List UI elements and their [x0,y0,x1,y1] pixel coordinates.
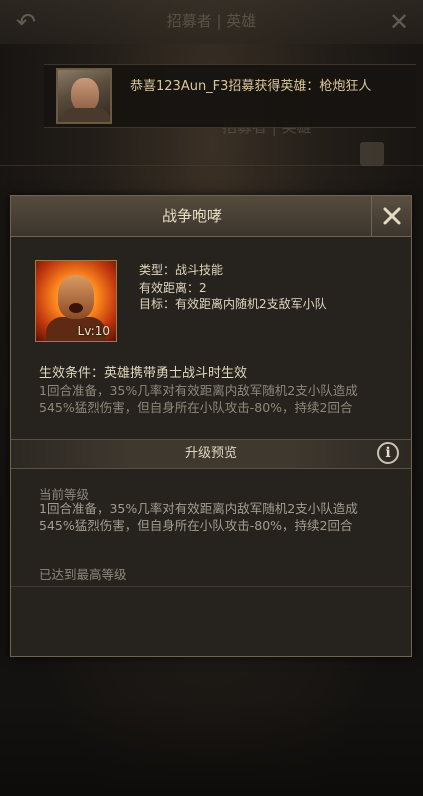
close-button[interactable] [371,196,411,236]
recruit-notification-text: 恭喜123Aun_F3招募获得英雄：枪炮狂人 [130,79,372,94]
recruit-notification-banner: 恭喜123Aun_F3招募获得英雄：枪炮狂人 [44,64,416,128]
current-level-description: 1回合准备，35%几率对有效距离内敌军随机2支小队造成545%猛烈伤害，但自身所… [39,501,358,533]
upgrade-preview-header: 升级预览 [11,439,411,469]
dialog-header: 战争咆哮 [11,196,411,237]
skill-portrait-icon: Lv:10 [35,260,117,342]
hero-avatar [56,68,112,124]
skill-target: 目标：有效距离内随机2支敌军小队 [139,297,327,311]
background-window-title: 招募者 | 英雄 [166,12,257,30]
background-action-icon [360,142,384,166]
skill-level-label: Lv:10 [77,324,110,338]
background-divider [0,165,423,166]
info-icon[interactable]: i [377,442,399,464]
skill-condition: 生效条件：英雄携带勇士战斗时生效 [39,366,248,381]
skill-type: 类型：战斗技能 [139,263,224,277]
skill-description: 1回合准备，35%几率对有效距离内敌军随机2支小队造成545%猛烈伤害，但自身所… [39,383,358,415]
max-level-text: 已达到最高等级 [39,567,127,582]
skill-detail-dialog: 战争咆哮 Lv:10 类型：战斗技能 有效距离：2 目标：有效距离内随机2支敌军… [10,195,412,657]
skill-range: 有效距离：2 [139,281,207,295]
background-close-icon[interactable]: ✕ [383,6,415,38]
background-bottom-fade [0,700,423,796]
upgrade-preview-title: 升级预览 [184,446,237,461]
close-icon [383,207,401,225]
dialog-divider [11,586,411,587]
dialog-title: 战争咆哮 [161,207,222,225]
